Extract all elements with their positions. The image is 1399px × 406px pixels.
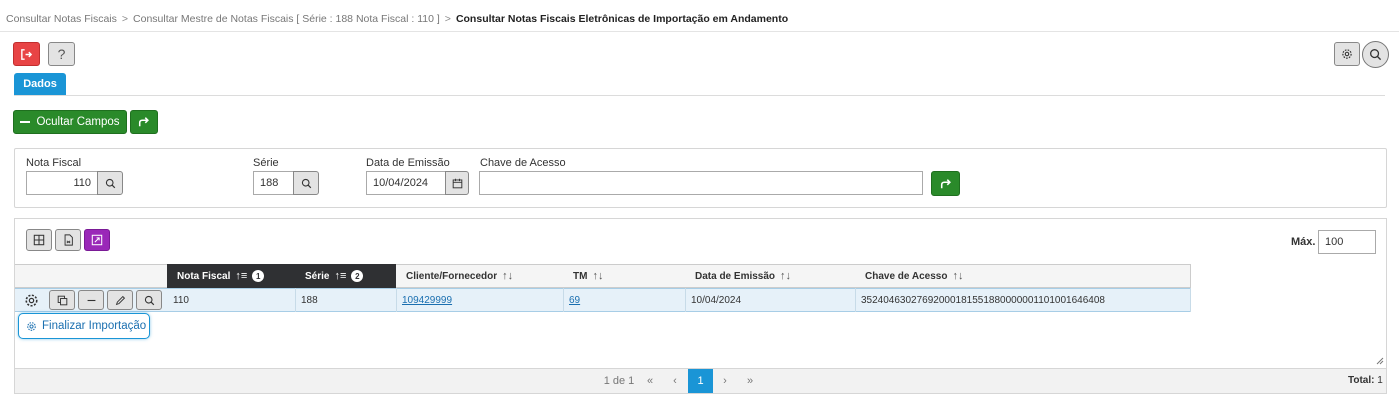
sort-order-badge: 2: [351, 270, 364, 282]
cell-cliente: 109429999: [396, 288, 564, 312]
header-blank-2: [47, 264, 168, 288]
exit-icon: [21, 48, 33, 60]
search-icon: [1370, 49, 1382, 61]
cliente-link[interactable]: 109429999: [402, 295, 452, 306]
export-button[interactable]: [55, 229, 81, 251]
chave-acesso-label: Chave de Acesso: [480, 157, 566, 169]
remove-row-button[interactable]: [78, 290, 104, 310]
column-header-tm[interactable]: TM ↑↓: [563, 264, 686, 288]
copy-icon: [57, 295, 67, 305]
expand-icon: [91, 234, 103, 246]
grid-icon: [33, 234, 45, 246]
sort-icon: ↑↓: [502, 270, 514, 282]
total-count: Total: 1: [1348, 375, 1383, 386]
global-search-button[interactable]: [1362, 41, 1389, 68]
minus-icon: [87, 299, 95, 301]
sort-icon: ↑↓: [592, 270, 604, 282]
column-header-serie[interactable]: Série ↑≡ 2: [295, 264, 397, 288]
sort-icon: ↑↓: [952, 270, 964, 282]
finalize-import-menu-item[interactable]: Finalizar Importação: [18, 313, 150, 339]
cell-data-emissao: 10/04/2024: [685, 288, 856, 312]
date-picker-button[interactable]: [445, 171, 469, 195]
exit-button[interactable]: [13, 42, 40, 66]
max-label: Máx.: [1291, 236, 1316, 248]
filter-submit-button[interactable]: [931, 171, 960, 196]
nota-fiscal-label: Nota Fiscal: [26, 157, 82, 169]
view-row-button[interactable]: [136, 290, 162, 310]
resize-handle-icon[interactable]: [1376, 357, 1384, 365]
chave-acesso-input[interactable]: [479, 171, 923, 195]
finalize-import-label: Finalizar Importação: [42, 320, 147, 332]
cell-serie: 188: [295, 288, 397, 312]
hide-fields-button[interactable]: Ocultar Campos: [13, 110, 127, 134]
header-blank-1: [15, 264, 48, 288]
sort-icon: ↑↓: [780, 270, 792, 282]
help-button[interactable]: ?: [48, 42, 75, 66]
edit-row-button[interactable]: [107, 290, 133, 310]
serie-input[interactable]: 188: [253, 171, 294, 195]
calendar-icon: [452, 178, 462, 188]
nota-fiscal-search-button[interactable]: [97, 171, 123, 195]
hide-fields-label: Ocultar Campos: [36, 116, 120, 128]
breadcrumb-current: Consultar Notas Fiscais Eletrônicas de I…: [455, 13, 789, 25]
gear-icon: [27, 321, 36, 331]
data-emissao-label: Data de Emissão: [366, 157, 450, 169]
data-emissao-input[interactable]: 10/04/2024: [366, 171, 446, 195]
column-header-nota-fiscal[interactable]: Nota Fiscal ↑≡ 1: [167, 264, 296, 288]
copy-row-button[interactable]: [49, 290, 75, 310]
sort-asc-icon: ↑≡: [235, 270, 248, 282]
column-header-chave-acesso[interactable]: Chave de Acesso ↑↓: [855, 264, 1191, 288]
minus-icon: [20, 121, 31, 123]
forward-arrow-icon: [138, 117, 149, 127]
breadcrumb-item-notas-fiscais[interactable]: Consultar Notas Fiscais: [6, 13, 117, 25]
page-info: 1 de 1: [603, 375, 635, 387]
serie-label: Série: [253, 157, 279, 169]
breadcrumb: Consultar Notas Fiscais > Consultar Mestre…: [6, 13, 789, 25]
header-divider: [0, 31, 1399, 32]
gear-icon: [1342, 49, 1352, 59]
cell-tm: 69: [563, 288, 686, 312]
last-page-button[interactable]: »: [740, 369, 760, 393]
next-page-button[interactable]: ›: [715, 369, 735, 393]
sort-order-badge: 1: [252, 270, 265, 282]
sort-asc-icon: ↑≡: [334, 270, 347, 282]
tab-divider: [14, 95, 1385, 96]
gear-icon: [24, 293, 38, 307]
prev-page-button[interactable]: ‹: [665, 369, 685, 393]
first-page-button[interactable]: «: [640, 369, 660, 393]
forward-arrow-icon: [940, 178, 951, 188]
page-button-1[interactable]: 1: [688, 369, 713, 393]
cell-nota-fiscal: 110: [167, 288, 296, 312]
settings-button[interactable]: [1334, 42, 1360, 66]
cell-chave-acesso: 3524046302769200018155188000000110100164…: [855, 288, 1191, 312]
export-file-icon: [64, 234, 73, 246]
search-icon: [301, 178, 311, 188]
serie-search-button[interactable]: [293, 171, 319, 195]
row-actions-button[interactable]: [20, 291, 42, 309]
expand-button[interactable]: [84, 229, 110, 251]
tm-link[interactable]: 69: [569, 295, 580, 306]
pencil-icon: [115, 295, 125, 305]
max-rows-input[interactable]: 100: [1318, 230, 1376, 254]
search-icon: [105, 178, 115, 188]
nota-fiscal-input[interactable]: 110: [26, 171, 98, 195]
column-header-data-emissao[interactable]: Data de Emissão ↑↓: [685, 264, 856, 288]
column-header-cliente[interactable]: Cliente/Fornecedor ↑↓: [396, 264, 564, 288]
tab-dados[interactable]: Dados: [14, 73, 66, 95]
share-button[interactable]: [130, 110, 158, 134]
search-icon: [144, 295, 154, 305]
grid-layout-button[interactable]: [26, 229, 52, 251]
breadcrumb-item-mestre[interactable]: Consultar Mestre de Notas Fiscais [ Séri…: [133, 13, 440, 25]
